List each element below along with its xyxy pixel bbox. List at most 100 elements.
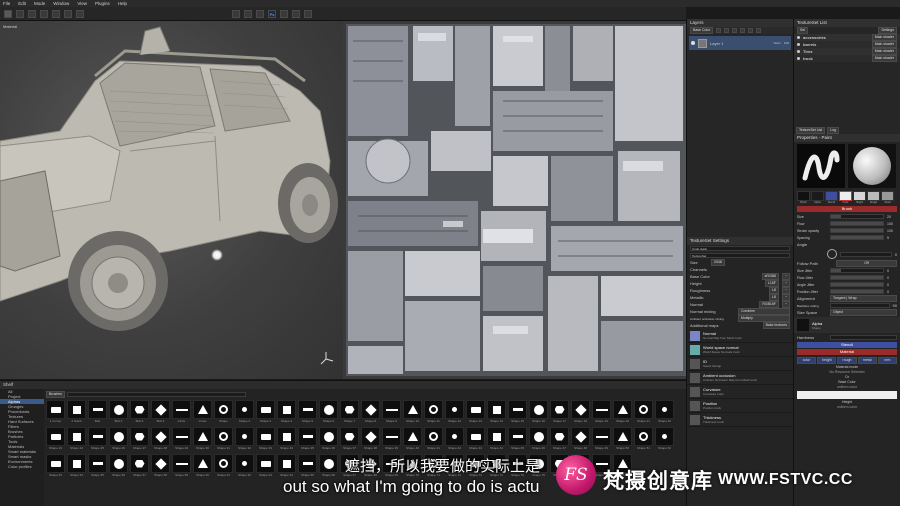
add-fill-layer-icon[interactable]	[724, 28, 730, 33]
shelf-item[interactable]: Shape 24	[67, 427, 86, 452]
param-value[interactable]: 20	[887, 215, 897, 219]
shelf-item[interactable]: Shape 43	[466, 427, 485, 452]
textureset-item[interactable]: truck Main shader	[794, 55, 900, 62]
radio-icon[interactable]	[797, 50, 800, 53]
tab-textureset-list[interactable]: TextureSet List	[796, 127, 826, 134]
param-slider[interactable]	[830, 228, 884, 233]
shelf-item[interactable]: Shape 19	[592, 400, 611, 425]
photoshop-export-icon[interactable]: Ps	[268, 9, 276, 18]
shelf-item[interactable]: Shape 52	[655, 427, 674, 452]
smudge-tool-icon[interactable]	[52, 9, 60, 18]
textureset-shader[interactable]: Main shader	[871, 34, 897, 41]
shelf-item[interactable]: Shape 36	[319, 427, 338, 452]
projection-tool-icon[interactable]	[28, 9, 36, 18]
shelf-item[interactable]: Bolt 4	[151, 400, 170, 425]
shelf-item[interactable]: Shape 32	[235, 427, 254, 452]
shelf-item[interactable]: Shape 63	[256, 454, 275, 479]
shelf-item[interactable]: Bolt 2	[109, 400, 128, 425]
param-value[interactable]: 100	[887, 229, 897, 233]
radio-icon[interactable]	[797, 43, 800, 46]
brush-slot[interactable]: Stencil	[825, 191, 838, 204]
material-channel-button[interactable]: nrm	[877, 357, 898, 364]
channel-format[interactable]: L8	[769, 294, 779, 301]
shelf-item[interactable]: Shape 48	[571, 427, 590, 452]
textureset-shader[interactable]: Main shader	[871, 41, 897, 48]
shelf-item[interactable]: Shape 22	[655, 400, 674, 425]
material-channel-button[interactable]: color	[797, 357, 817, 364]
menu-window[interactable]: Window	[53, 1, 69, 6]
ts-settings-button[interactable]: Settings	[878, 27, 897, 34]
ao-mixing-select[interactable]: Multiply	[738, 315, 790, 322]
menu-plugins[interactable]: Plugins	[95, 1, 110, 6]
shelf-item[interactable]: Shape 45	[508, 427, 527, 452]
render-icon[interactable]	[244, 9, 252, 18]
size-select[interactable]: 2048	[711, 259, 725, 266]
param-slider[interactable]	[830, 268, 884, 273]
shelf-item[interactable]: Shape 62	[235, 454, 254, 479]
channel-select[interactable]: Base Color	[690, 27, 714, 34]
channel-format[interactable]: L8	[769, 287, 779, 294]
paint-tool-icon[interactable]	[4, 9, 12, 18]
textureset-item[interactable]: Tires Main shader	[794, 48, 900, 55]
remove-channel-icon[interactable]: −	[781, 287, 790, 294]
shelf-item[interactable]: Bolt	[88, 400, 107, 425]
shelf-item[interactable]: Shape 6	[319, 400, 338, 425]
shelf-item[interactable]: Shape 9	[382, 400, 401, 425]
param-value[interactable]: 0	[887, 283, 897, 287]
param-slider[interactable]	[830, 235, 884, 240]
shelf-item[interactable]: Shape 14	[487, 400, 506, 425]
shelf-category-item[interactable]: Color profiles	[0, 464, 44, 469]
map-row[interactable]: Thickness Thickness truck	[687, 413, 793, 427]
shelf-item[interactable]: Shape	[214, 400, 233, 425]
shelf-item[interactable]: Shape 66	[319, 454, 338, 479]
shelf-item[interactable]: Circle	[172, 400, 191, 425]
remove-channel-icon[interactable]: −	[781, 280, 790, 287]
layer-row[interactable]: Layer 1 Norm 100	[689, 36, 791, 50]
shelf-item[interactable]: Shape 42	[445, 427, 464, 452]
add-mask-icon[interactable]	[732, 28, 738, 33]
alpha-thumbnail[interactable]	[797, 319, 809, 331]
shelf-item[interactable]: Cross	[193, 400, 212, 425]
brush-slot[interactable]: Rough	[867, 191, 880, 204]
shelf-item[interactable]: Shape 27	[130, 427, 149, 452]
hardness-slider[interactable]	[830, 335, 897, 340]
shelf-item[interactable]: Shape 4	[277, 400, 296, 425]
backface-slider[interactable]	[830, 303, 890, 308]
param-value[interactable]: 0	[887, 290, 897, 294]
layout-3d-icon[interactable]	[280, 9, 288, 18]
base-color-swatch[interactable]	[797, 391, 897, 399]
remove-channel-icon[interactable]: −	[781, 273, 790, 280]
shelf-item[interactable]: Shape 49	[592, 427, 611, 452]
radio-icon[interactable]	[797, 36, 800, 39]
brush-slot[interactable]: Alpha	[811, 191, 824, 204]
map-row[interactable]: Normal Normal Map from Mesh truck	[687, 329, 793, 343]
shelf-item[interactable]: Shape 39	[382, 427, 401, 452]
add-effect-icon[interactable]	[740, 28, 746, 33]
menu-help[interactable]: Help	[118, 1, 127, 6]
channel-format[interactable]: L16F	[764, 280, 779, 287]
material-channel-button[interactable]: height	[817, 357, 837, 364]
shelf-item[interactable]: Shape 56	[109, 454, 128, 479]
ts-select-button[interactable]: Sel	[797, 27, 809, 34]
add-layer-icon[interactable]	[716, 28, 722, 33]
layer-opacity[interactable]: 100	[784, 41, 789, 45]
shelf-item[interactable]: Shape 11	[424, 400, 443, 425]
material-section-header[interactable]: Material	[797, 349, 897, 355]
param-slider[interactable]	[830, 275, 884, 280]
screenshot-icon[interactable]	[256, 9, 264, 18]
layout-split-icon[interactable]	[304, 9, 312, 18]
brush-slot[interactable]: Color	[839, 191, 852, 204]
remove-channel-icon[interactable]: −	[781, 294, 790, 301]
shelf-filter-tag[interactable]: Brushes	[46, 391, 65, 398]
shelf-item[interactable]: Shape 20	[613, 400, 632, 425]
menu-edit[interactable]: Edit	[18, 1, 26, 6]
map-row[interactable]: Ambient occlusion Ambient Occlusion Map f…	[687, 371, 793, 385]
shelf-item[interactable]: Shape 29	[172, 427, 191, 452]
eraser-tool-icon[interactable]	[16, 9, 24, 18]
shelf-item[interactable]: Shape 31	[214, 427, 233, 452]
layer-name[interactable]: Layer 1	[710, 41, 771, 46]
bake-textures-button[interactable]: Bake textures	[762, 322, 790, 329]
param-value[interactable]: 5	[887, 236, 897, 240]
shelf-item[interactable]: Shape 2	[235, 400, 254, 425]
shelf-item[interactable]: Shape 8	[361, 400, 380, 425]
